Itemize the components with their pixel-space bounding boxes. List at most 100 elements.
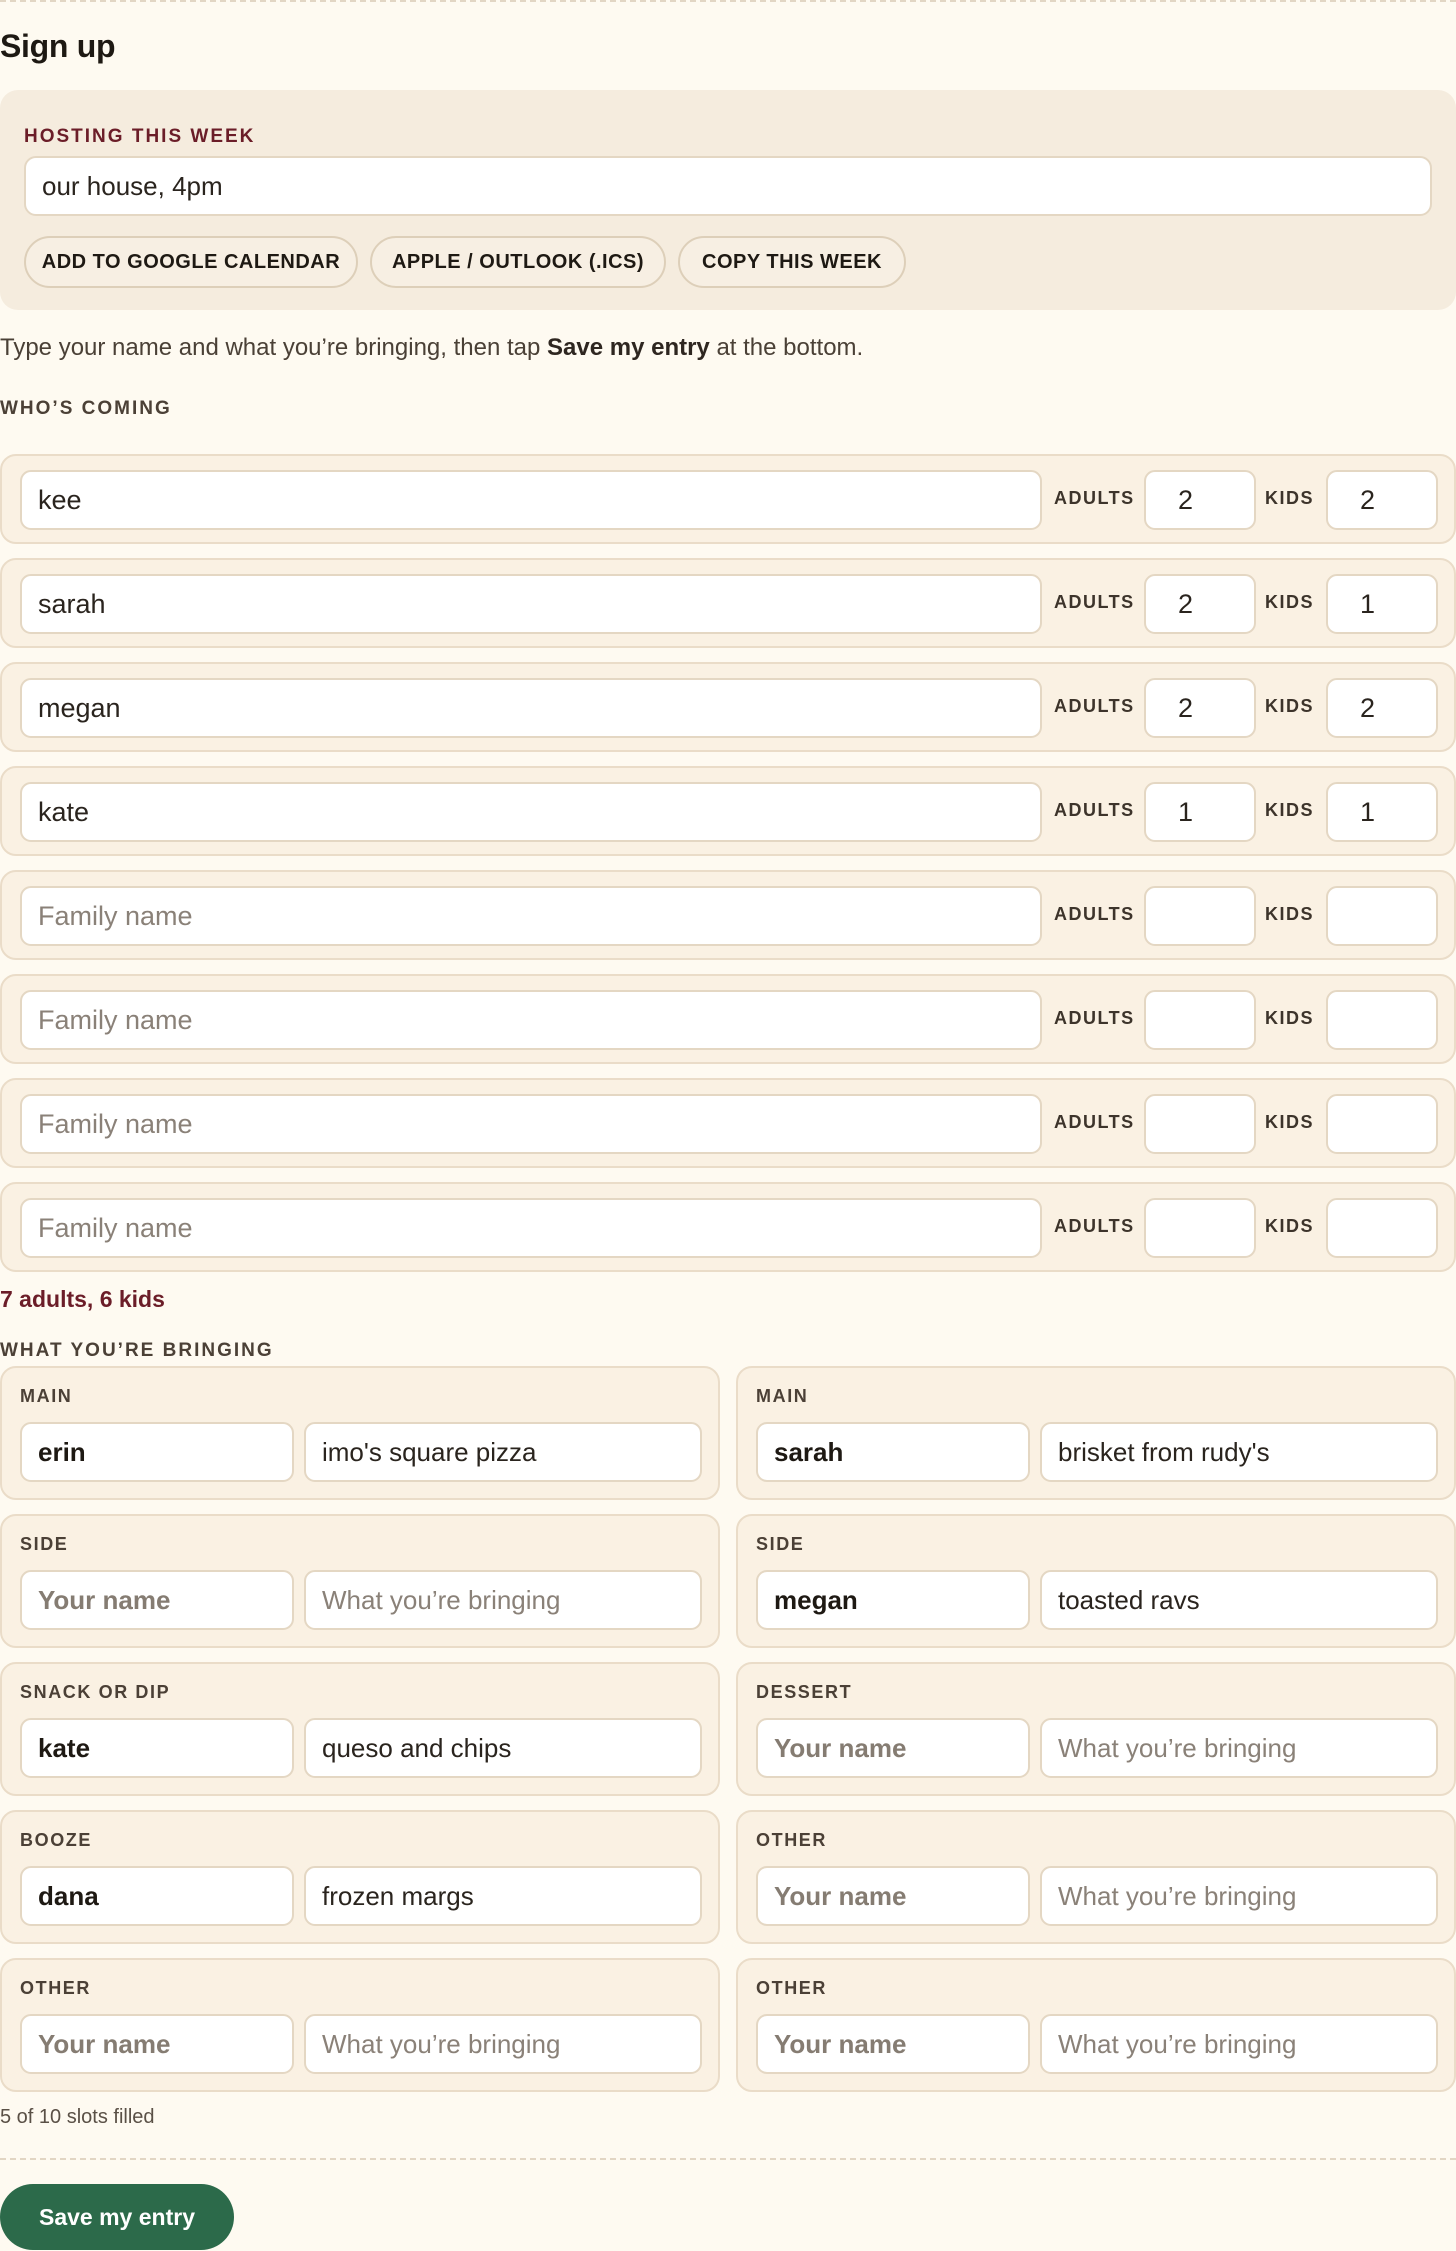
slot-category: SIDE	[20, 1534, 69, 1554]
slot-category: SNACK OR DIP	[20, 1682, 171, 1702]
bringing-slot: SIDE Your name What you’re bringing	[0, 1514, 720, 1648]
slot-name-input[interactable]: Your name	[20, 1570, 294, 1630]
bringing-slot: MAIN erin imo's square pizza	[0, 1366, 720, 1500]
instructions-text-start: Type your name and what you’re bringing,…	[0, 334, 548, 361]
adults-count-input[interactable]	[1144, 990, 1256, 1050]
hosting-label: HOSTING THIS WEEK	[24, 126, 256, 147]
family-row: sarah ADULTS 2 KIDS 1	[0, 558, 1456, 648]
slot-category: OTHER	[20, 1978, 91, 1998]
adults-label: ADULTS	[1054, 800, 1135, 820]
slot-item-input[interactable]: frozen margs	[304, 1866, 702, 1926]
slot-name-input[interactable]: Your name	[756, 2014, 1030, 2074]
kids-count-input[interactable]: 1	[1326, 782, 1438, 842]
family-row: kate ADULTS 1 KIDS 1	[0, 766, 1456, 856]
adults-count-input[interactable]: 2	[1144, 574, 1256, 634]
slot-name-input[interactable]: erin	[20, 1422, 294, 1482]
adults-count-input[interactable]	[1144, 1198, 1256, 1258]
kids-label: KIDS	[1265, 1216, 1315, 1236]
family-name-input[interactable]: Family name	[20, 1094, 1042, 1154]
slot-name-input[interactable]: Your name	[756, 1718, 1030, 1778]
whos-coming-label: WHO’S COMING	[0, 398, 172, 419]
page-title: Sign up	[0, 28, 116, 64]
kids-count-input[interactable]: 2	[1326, 678, 1438, 738]
top-divider	[0, 0, 1456, 2]
slot-category: MAIN	[756, 1386, 809, 1406]
attendance-totals: 7 adults, 6 kids	[0, 1286, 165, 1312]
kids-count-input[interactable]: 2	[1326, 470, 1438, 530]
slot-item-input[interactable]: What you’re bringing	[304, 1570, 702, 1630]
slot-item-input[interactable]: What you’re bringing	[1040, 2014, 1438, 2074]
bringing-slot: MAIN sarah brisket from rudy's	[736, 1366, 1456, 1500]
adults-label: ADULTS	[1054, 1008, 1135, 1028]
add-to-google-calendar-button[interactable]: ADD TO GOOGLE CALENDAR	[24, 236, 358, 288]
kids-count-input[interactable]: 1	[1326, 574, 1438, 634]
slot-category: BOOZE	[20, 1830, 93, 1850]
bringing-slot: OTHER Your name What you’re bringing	[0, 1958, 720, 2092]
bringing-slot: BOOZE dana frozen margs	[0, 1810, 720, 1944]
slot-item-input[interactable]: imo's square pizza	[304, 1422, 702, 1482]
family-name-input[interactable]: kate	[20, 782, 1042, 842]
adults-label: ADULTS	[1054, 904, 1135, 924]
copy-this-week-button[interactable]: COPY THIS WEEK	[678, 236, 906, 288]
adults-label: ADULTS	[1054, 696, 1135, 716]
bottom-divider	[0, 2158, 1456, 2160]
adults-count-input[interactable]	[1144, 886, 1256, 946]
family-row: megan ADULTS 2 KIDS 2	[0, 662, 1456, 752]
adults-count-input[interactable]	[1144, 1094, 1256, 1154]
kids-label: KIDS	[1265, 592, 1315, 612]
slots-filled-count: 5 of 10 slots filled	[0, 2106, 155, 2128]
adults-label: ADULTS	[1054, 488, 1135, 508]
bringing-slot: SIDE megan toasted ravs	[736, 1514, 1456, 1648]
adults-count-input[interactable]: 2	[1144, 678, 1256, 738]
kids-label: KIDS	[1265, 696, 1315, 716]
save-my-entry-button[interactable]: Save my entry	[0, 2184, 234, 2250]
slot-category: OTHER	[756, 1830, 827, 1850]
instructions-text-end: at the bottom.	[709, 334, 864, 361]
adults-label: ADULTS	[1054, 1216, 1135, 1236]
kids-count-input[interactable]	[1326, 1198, 1438, 1258]
what-youre-bringing-label: WHAT YOU’RE BRINGING	[0, 1340, 274, 1361]
slot-category: DESSERT	[756, 1682, 853, 1702]
kids-count-input[interactable]	[1326, 886, 1438, 946]
slot-item-input[interactable]: brisket from rudy's	[1040, 1422, 1438, 1482]
family-name-input[interactable]: Family name	[20, 990, 1042, 1050]
family-row: kee ADULTS 2 KIDS 2	[0, 454, 1456, 544]
slot-category: SIDE	[756, 1534, 805, 1554]
instructions-text-bold: Save my entry	[547, 334, 710, 361]
kids-label: KIDS	[1265, 1008, 1315, 1028]
bringing-slot: OTHER Your name What you’re bringing	[736, 1958, 1456, 2092]
slot-name-input[interactable]: megan	[756, 1570, 1030, 1630]
hosting-location-input[interactable]: our house, 4pm	[24, 156, 1432, 216]
family-name-input[interactable]: sarah	[20, 574, 1042, 634]
family-row: Family name ADULTS KIDS	[0, 1078, 1456, 1168]
slot-item-input[interactable]: What you’re bringing	[1040, 1866, 1438, 1926]
bringing-slot: SNACK OR DIP kate queso and chips	[0, 1662, 720, 1796]
kids-count-input[interactable]	[1326, 990, 1438, 1050]
slot-name-input[interactable]: Your name	[756, 1866, 1030, 1926]
slot-name-input[interactable]: dana	[20, 1866, 294, 1926]
adults-label: ADULTS	[1054, 1112, 1135, 1132]
slot-name-input[interactable]: Your name	[20, 2014, 294, 2074]
apple-outlook-ics-button[interactable]: APPLE / OUTLOOK (.ICS)	[370, 236, 666, 288]
hosting-card: HOSTING THIS WEEK our house, 4pm ADD TO …	[0, 90, 1456, 310]
bringing-slot: OTHER Your name What you’re bringing	[736, 1810, 1456, 1944]
slot-category: OTHER	[756, 1978, 827, 1998]
kids-label: KIDS	[1265, 1112, 1315, 1132]
adults-count-input[interactable]: 2	[1144, 470, 1256, 530]
slot-item-input[interactable]: toasted ravs	[1040, 1570, 1438, 1630]
slot-item-input[interactable]: What you’re bringing	[1040, 1718, 1438, 1778]
family-name-input[interactable]: megan	[20, 678, 1042, 738]
slot-item-input[interactable]: What you’re bringing	[304, 2014, 702, 2074]
family-name-input[interactable]: Family name	[20, 1198, 1042, 1258]
instructions-text: Type your name and what you’re bringing,…	[0, 334, 863, 362]
adults-count-input[interactable]: 1	[1144, 782, 1256, 842]
slot-category: MAIN	[20, 1386, 73, 1406]
slot-name-input[interactable]: kate	[20, 1718, 294, 1778]
slot-item-input[interactable]: queso and chips	[304, 1718, 702, 1778]
slot-name-input[interactable]: sarah	[756, 1422, 1030, 1482]
kids-count-input[interactable]	[1326, 1094, 1438, 1154]
family-name-input[interactable]: kee	[20, 470, 1042, 530]
family-row: Family name ADULTS KIDS	[0, 974, 1456, 1064]
bringing-slot: DESSERT Your name What you’re bringing	[736, 1662, 1456, 1796]
family-name-input[interactable]: Family name	[20, 886, 1042, 946]
